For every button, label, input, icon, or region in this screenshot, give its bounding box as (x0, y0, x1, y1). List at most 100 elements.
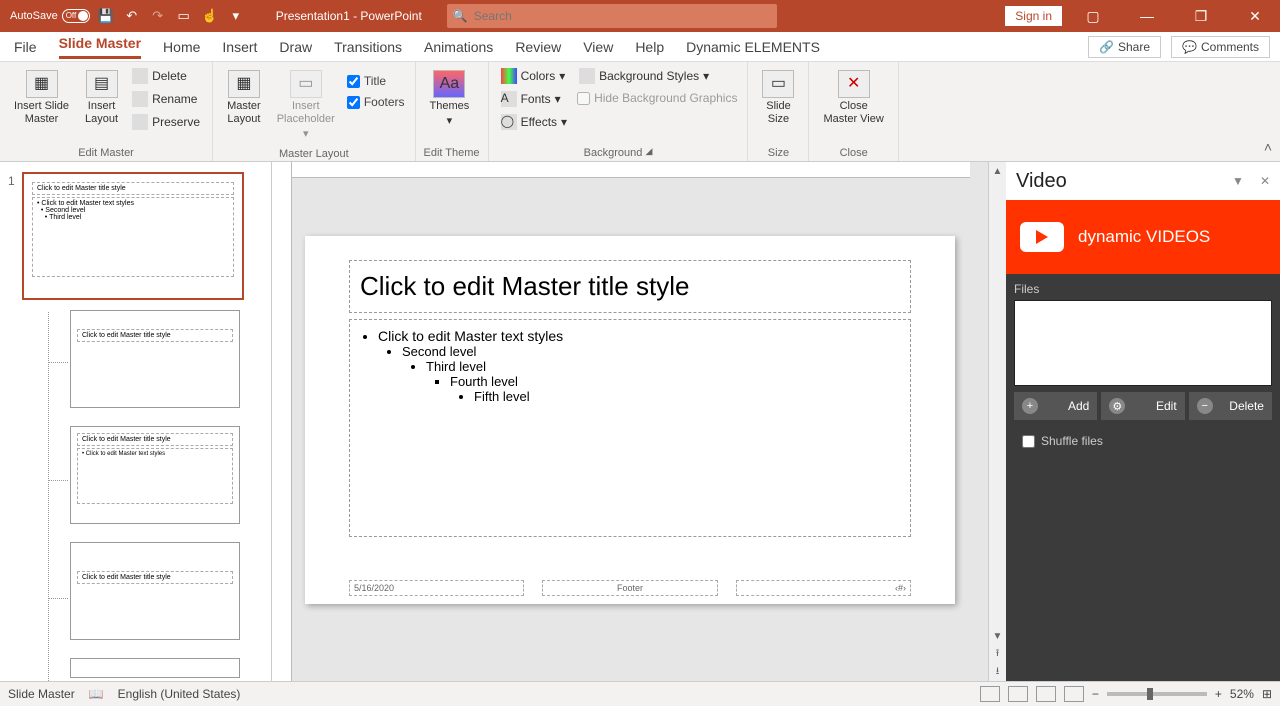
files-label: Files (1014, 282, 1272, 296)
ribbon: ▦Insert Slide Master ▤Insert Layout Dele… (0, 62, 1280, 162)
undo-icon[interactable]: ↶ (122, 6, 142, 26)
scroll-up-icon[interactable]: ▲ (989, 162, 1006, 180)
group-background: Background ◢ (497, 145, 740, 161)
scroll-down-icon[interactable]: ▼ (989, 627, 1006, 645)
menu-file[interactable]: File (14, 39, 37, 55)
maximize-icon[interactable]: ❐ (1178, 0, 1224, 32)
share-button[interactable]: 🔗 Share (1088, 36, 1161, 58)
edit-button[interactable]: ⚙Edit (1101, 392, 1184, 420)
slideshow-view-icon[interactable] (1064, 686, 1084, 702)
menu-dynamic[interactable]: Dynamic ELEMENTS (686, 39, 820, 55)
hide-bg-checkbox[interactable]: Hide Background Graphics (575, 89, 739, 107)
zoom-slider[interactable] (1107, 692, 1207, 696)
footer-placeholder[interactable]: Footer (542, 580, 717, 596)
save-icon[interactable]: 💾 (96, 6, 116, 26)
master-layout-button[interactable]: ▦Master Layout (221, 66, 267, 130)
redo-icon[interactable]: ↷ (148, 6, 168, 26)
comments-button[interactable]: 💬 Comments (1171, 36, 1270, 58)
effects-button[interactable]: ◯Effects ▾ (497, 112, 572, 132)
zoom-in-icon[interactable]: + (1215, 687, 1222, 701)
next-slide-icon[interactable]: ⭳ (989, 663, 1006, 681)
files-list[interactable] (1014, 300, 1272, 386)
themes-button[interactable]: AaThemes▾ (424, 66, 476, 132)
video-pane-title: Video (1016, 170, 1067, 193)
menu-review[interactable]: Review (515, 39, 561, 55)
add-button[interactable]: +Add (1014, 392, 1097, 420)
status-mode: Slide Master (8, 687, 75, 701)
insert-placeholder-button[interactable]: ▭Insert Placeholder▾ (271, 66, 341, 146)
sorter-view-icon[interactable] (1008, 686, 1028, 702)
video-pane-close-icon[interactable]: ✕ (1260, 174, 1270, 188)
touch-icon[interactable]: ☝ (200, 6, 220, 26)
background-dialog-launcher[interactable]: ◢ (645, 146, 652, 156)
reading-view-icon[interactable] (1036, 686, 1056, 702)
prev-slide-icon[interactable]: ⭱ (989, 645, 1006, 663)
menu-slide-master[interactable]: Slide Master (59, 35, 141, 59)
search-box[interactable]: 🔍 (447, 4, 777, 28)
layout-thumb-2[interactable]: Click to edit Master title style • Click… (70, 426, 240, 524)
slidenum-placeholder[interactable]: ‹#› (736, 580, 911, 596)
group-edit-theme: Edit Theme (424, 145, 480, 161)
search-input[interactable] (474, 9, 777, 23)
collapse-ribbon-icon[interactable]: ˄ (1264, 139, 1272, 155)
fit-window-icon[interactable]: ⊞ (1262, 687, 1272, 701)
layout-thumb-4[interactable] (70, 658, 240, 678)
menu-transitions[interactable]: Transitions (334, 39, 402, 55)
layout-thumb-3[interactable]: Click to edit Master title style (70, 542, 240, 640)
colors-button[interactable]: Colors ▾ (497, 66, 572, 86)
body-placeholder[interactable]: Click to edit Master text styles Second … (349, 319, 911, 537)
title-bar: AutoSave Off 💾 ↶ ↷ ▭ ☝ ▾ Presentation1 -… (0, 0, 1280, 32)
menu-view[interactable]: View (583, 39, 613, 55)
zoom-percent[interactable]: 52% (1230, 687, 1254, 701)
ruler-vertical (272, 162, 292, 681)
slide-canvas[interactable]: Click to edit Master title style Click t… (272, 162, 988, 681)
rename-button[interactable]: Rename (128, 89, 204, 109)
delete-button[interactable]: −Delete (1189, 392, 1272, 420)
thumb-number: 1 (8, 172, 22, 188)
thumbnail-pane[interactable]: 1 Click to edit Master title style • Cli… (0, 162, 272, 681)
title-placeholder[interactable]: Click to edit Master title style (349, 260, 911, 313)
menu-help[interactable]: Help (635, 39, 664, 55)
close-window-icon[interactable]: ✕ (1232, 0, 1278, 32)
present-icon[interactable]: ▭ (174, 6, 194, 26)
group-edit-master: Edit Master (8, 145, 204, 161)
footers-checkbox[interactable]: Footers (345, 93, 407, 111)
autosave-toggle[interactable]: AutoSave Off (10, 9, 90, 23)
close-master-view-button[interactable]: ✕Close Master View (817, 66, 889, 130)
play-icon (1020, 222, 1064, 252)
video-pane-dropdown-icon[interactable]: ▼ (1232, 174, 1244, 188)
spellcheck-icon[interactable]: 📖 (89, 687, 104, 701)
status-bar: Slide Master 📖 English (United States) −… (0, 681, 1280, 706)
title-checkbox[interactable]: Title (345, 72, 407, 90)
group-size: Size (756, 145, 800, 161)
menu-draw[interactable]: Draw (279, 39, 312, 55)
menu-animations[interactable]: Animations (424, 39, 493, 55)
zoom-out-icon[interactable]: − (1092, 687, 1099, 701)
preserve-button[interactable]: Preserve (128, 112, 204, 132)
ribbon-display-icon[interactable]: ▢ (1070, 0, 1116, 32)
background-styles-button[interactable]: Background Styles ▾ (575, 66, 739, 86)
shuffle-checkbox[interactable]: Shuffle files (1014, 420, 1272, 462)
master-slide[interactable]: Click to edit Master title style Click t… (305, 236, 955, 604)
menu-home[interactable]: Home (163, 39, 200, 55)
menu-insert[interactable]: Insert (222, 39, 257, 55)
signin-button[interactable]: Sign in (1005, 6, 1062, 26)
layout-thumb-1[interactable]: Click to edit Master title style (70, 310, 240, 408)
slide-size-button[interactable]: ▭Slide Size (756, 66, 800, 130)
master-thumb[interactable]: Click to edit Master title style • Click… (22, 172, 244, 300)
video-pane: Video ▼ ✕ dynamic VIDEOS Files +Add ⚙Edi… (1006, 162, 1280, 681)
insert-slide-master-button[interactable]: ▦Insert Slide Master (8, 66, 75, 130)
insert-layout-button[interactable]: ▤Insert Layout (79, 66, 124, 130)
minimize-icon[interactable]: — (1124, 0, 1170, 32)
delete-button[interactable]: Delete (128, 66, 204, 86)
menu-bar: File Slide Master Home Insert Draw Trans… (0, 32, 1280, 62)
qat-more-icon[interactable]: ▾ (226, 6, 246, 26)
status-language[interactable]: English (United States) (118, 687, 241, 701)
fonts-button[interactable]: AFonts ▾ (497, 89, 572, 109)
date-placeholder[interactable]: 5/16/2020 (349, 580, 524, 596)
canvas-scrollbar[interactable]: ▲ ▼ ⭱ ⭳ (988, 162, 1006, 681)
normal-view-icon[interactable] (980, 686, 1000, 702)
ruler-horizontal (292, 162, 970, 178)
video-brand: dynamic VIDEOS (1006, 200, 1280, 274)
group-master-layout: Master Layout (221, 146, 406, 162)
